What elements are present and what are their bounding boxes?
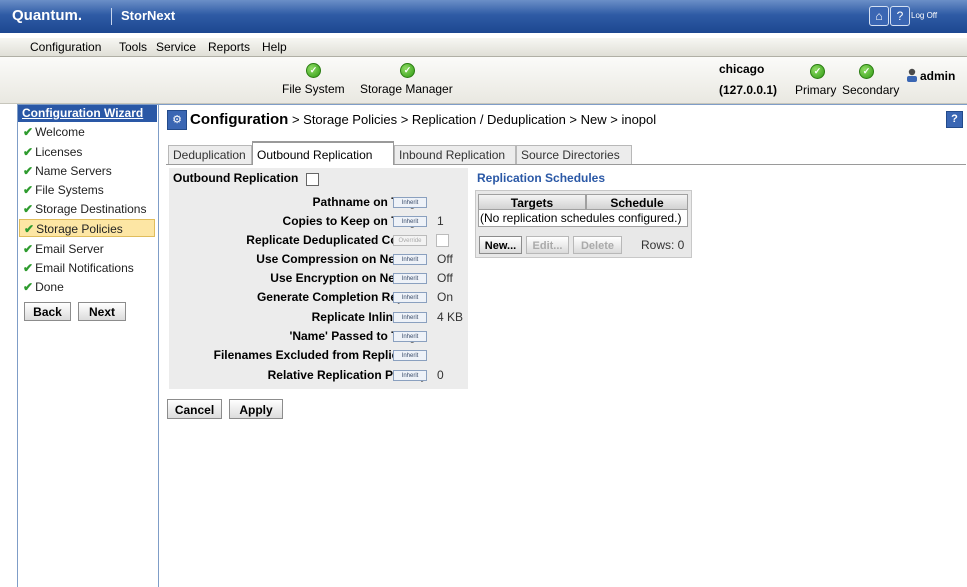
wizard-step-name-servers[interactable]: ✔ Name Servers — [19, 162, 155, 180]
menu-service[interactable]: Service — [156, 40, 196, 54]
file-system-status-label[interactable]: File System — [282, 82, 345, 96]
check-icon: ✔ — [23, 145, 34, 159]
user-icon — [906, 68, 918, 82]
new-schedule-button[interactable]: New... — [479, 236, 522, 254]
check-icon: ✔ — [23, 280, 34, 294]
host-ip: (127.0.0.1) — [719, 83, 778, 97]
secondary-status-label[interactable]: Secondary — [842, 83, 899, 97]
configuration-icon: ⚙ — [167, 110, 187, 130]
inherit-button-copies-to-keep[interactable]: Inherit — [393, 216, 427, 227]
field-value-replicate-inline-size: 4 KB — [437, 310, 464, 324]
wizard-step-email-notifications[interactable]: ✔ Email Notifications — [19, 259, 155, 277]
rows-count: Rows: 0 — [641, 238, 685, 252]
menu-reports[interactable]: Reports — [208, 40, 250, 54]
wizard-step-file-systems[interactable]: ✔ File Systems — [19, 181, 155, 199]
delete-schedule-button[interactable]: Delete — [573, 236, 622, 254]
field-value-generate-completion-reports: On — [437, 290, 454, 304]
column-header-schedule[interactable]: Schedule — [586, 194, 688, 210]
file-system-status-icon: ✓ — [306, 63, 321, 78]
breadcrumb: Configuration > Storage Policies > Repli… — [190, 111, 656, 128]
back-button[interactable]: Back — [24, 302, 71, 321]
breadcrumb-root: Configuration — [190, 111, 289, 128]
wizard-step-welcome[interactable]: ✔ Welcome — [19, 123, 155, 141]
log-off-link[interactable]: Log Off — [911, 11, 937, 20]
wizard-title[interactable]: Configuration Wizard — [18, 105, 157, 122]
host-name: chicago — [719, 62, 765, 76]
next-button[interactable]: Next — [78, 302, 126, 321]
user-name[interactable]: admin — [920, 69, 955, 83]
edit-schedule-button[interactable]: Edit... — [526, 236, 569, 254]
menu-configuration[interactable]: Configuration — [30, 40, 101, 54]
tab-deduplication[interactable]: Deduplication — [168, 145, 252, 164]
storage-manager-status-icon: ✓ — [400, 63, 415, 78]
field-value-use-encryption: Off — [437, 271, 453, 285]
secondary-status-icon: ✓ — [859, 64, 874, 79]
field-value-copies-to-keep: 1 — [437, 214, 444, 228]
check-icon: ✔ — [24, 222, 35, 236]
wizard-step-licenses[interactable]: ✔ Licenses — [19, 143, 155, 161]
field-value-use-compression: Off — [437, 252, 453, 266]
tab-outbound-replication[interactable]: Outbound Replication — [252, 141, 394, 165]
wizard-step-email-server[interactable]: ✔ Email Server — [19, 240, 155, 258]
storage-manager-status-label[interactable]: Storage Manager — [360, 82, 453, 96]
check-icon: ✔ — [23, 202, 34, 216]
outbound-replication-checkbox[interactable] — [306, 173, 319, 186]
logo-separator — [111, 8, 112, 25]
inherit-button-name-passed-to-target[interactable]: Inherit — [393, 331, 427, 342]
product-name: StorNext — [121, 8, 176, 23]
outbound-replication-label: Outbound Replication — [173, 171, 299, 185]
check-icon: ✔ — [23, 125, 34, 139]
menu-tools[interactable]: Tools — [119, 40, 147, 54]
inherit-button-pathname-on-target[interactable]: Inherit — [393, 197, 427, 208]
inherit-button-filenames-excluded[interactable]: Inherit — [393, 350, 427, 361]
help-icon[interactable]: ? — [890, 6, 910, 26]
wizard-step-storage-policies[interactable]: ✔ Storage Policies — [19, 219, 155, 237]
breadcrumb-path: > Storage Policies > Replication / Dedup… — [288, 112, 657, 127]
check-icon: ✔ — [23, 261, 34, 275]
check-icon: ✔ — [23, 183, 34, 197]
menu-help[interactable]: Help — [262, 40, 287, 54]
wizard-step-done[interactable]: ✔ Done — [19, 278, 155, 296]
check-icon: ✔ — [23, 164, 34, 178]
inherit-button-use-encryption[interactable]: Inherit — [393, 273, 427, 284]
override-button-replicate-deduplicated-content[interactable]: Override — [393, 235, 427, 246]
tab-inbound-replication[interactable]: Inbound Replication — [394, 145, 516, 164]
inherit-button-use-compression[interactable]: Inherit — [393, 254, 427, 265]
quantum-logo: Quantum. — [12, 7, 82, 24]
replication-schedules-title: Replication Schedules — [477, 171, 606, 185]
inherit-button-relative-replication-priority[interactable]: Inherit — [393, 370, 427, 381]
field-value-relative-replication-priority: 0 — [437, 368, 444, 382]
page-help-icon[interactable]: ? — [946, 111, 963, 128]
inherit-button-generate-completion-reports[interactable]: Inherit — [393, 292, 427, 303]
tab-source-directories[interactable]: Source Directories — [516, 145, 632, 164]
inherit-button-replicate-inline-size[interactable]: Inherit — [393, 312, 427, 323]
primary-status-icon: ✓ — [810, 64, 825, 79]
replication-schedules-empty-message: (No replication schedules configured.) — [478, 210, 688, 227]
primary-status-label[interactable]: Primary — [795, 83, 836, 97]
replicate-deduplicated-content-checkbox[interactable] — [436, 234, 449, 247]
apply-button[interactable]: Apply — [229, 399, 283, 419]
wizard-step-storage-destinations[interactable]: ✔ Storage Destinations — [19, 200, 155, 218]
cancel-button[interactable]: Cancel — [167, 399, 222, 419]
home-icon[interactable]: ⌂ — [869, 6, 889, 26]
column-header-targets[interactable]: Targets — [478, 194, 586, 210]
check-icon: ✔ — [23, 242, 34, 256]
